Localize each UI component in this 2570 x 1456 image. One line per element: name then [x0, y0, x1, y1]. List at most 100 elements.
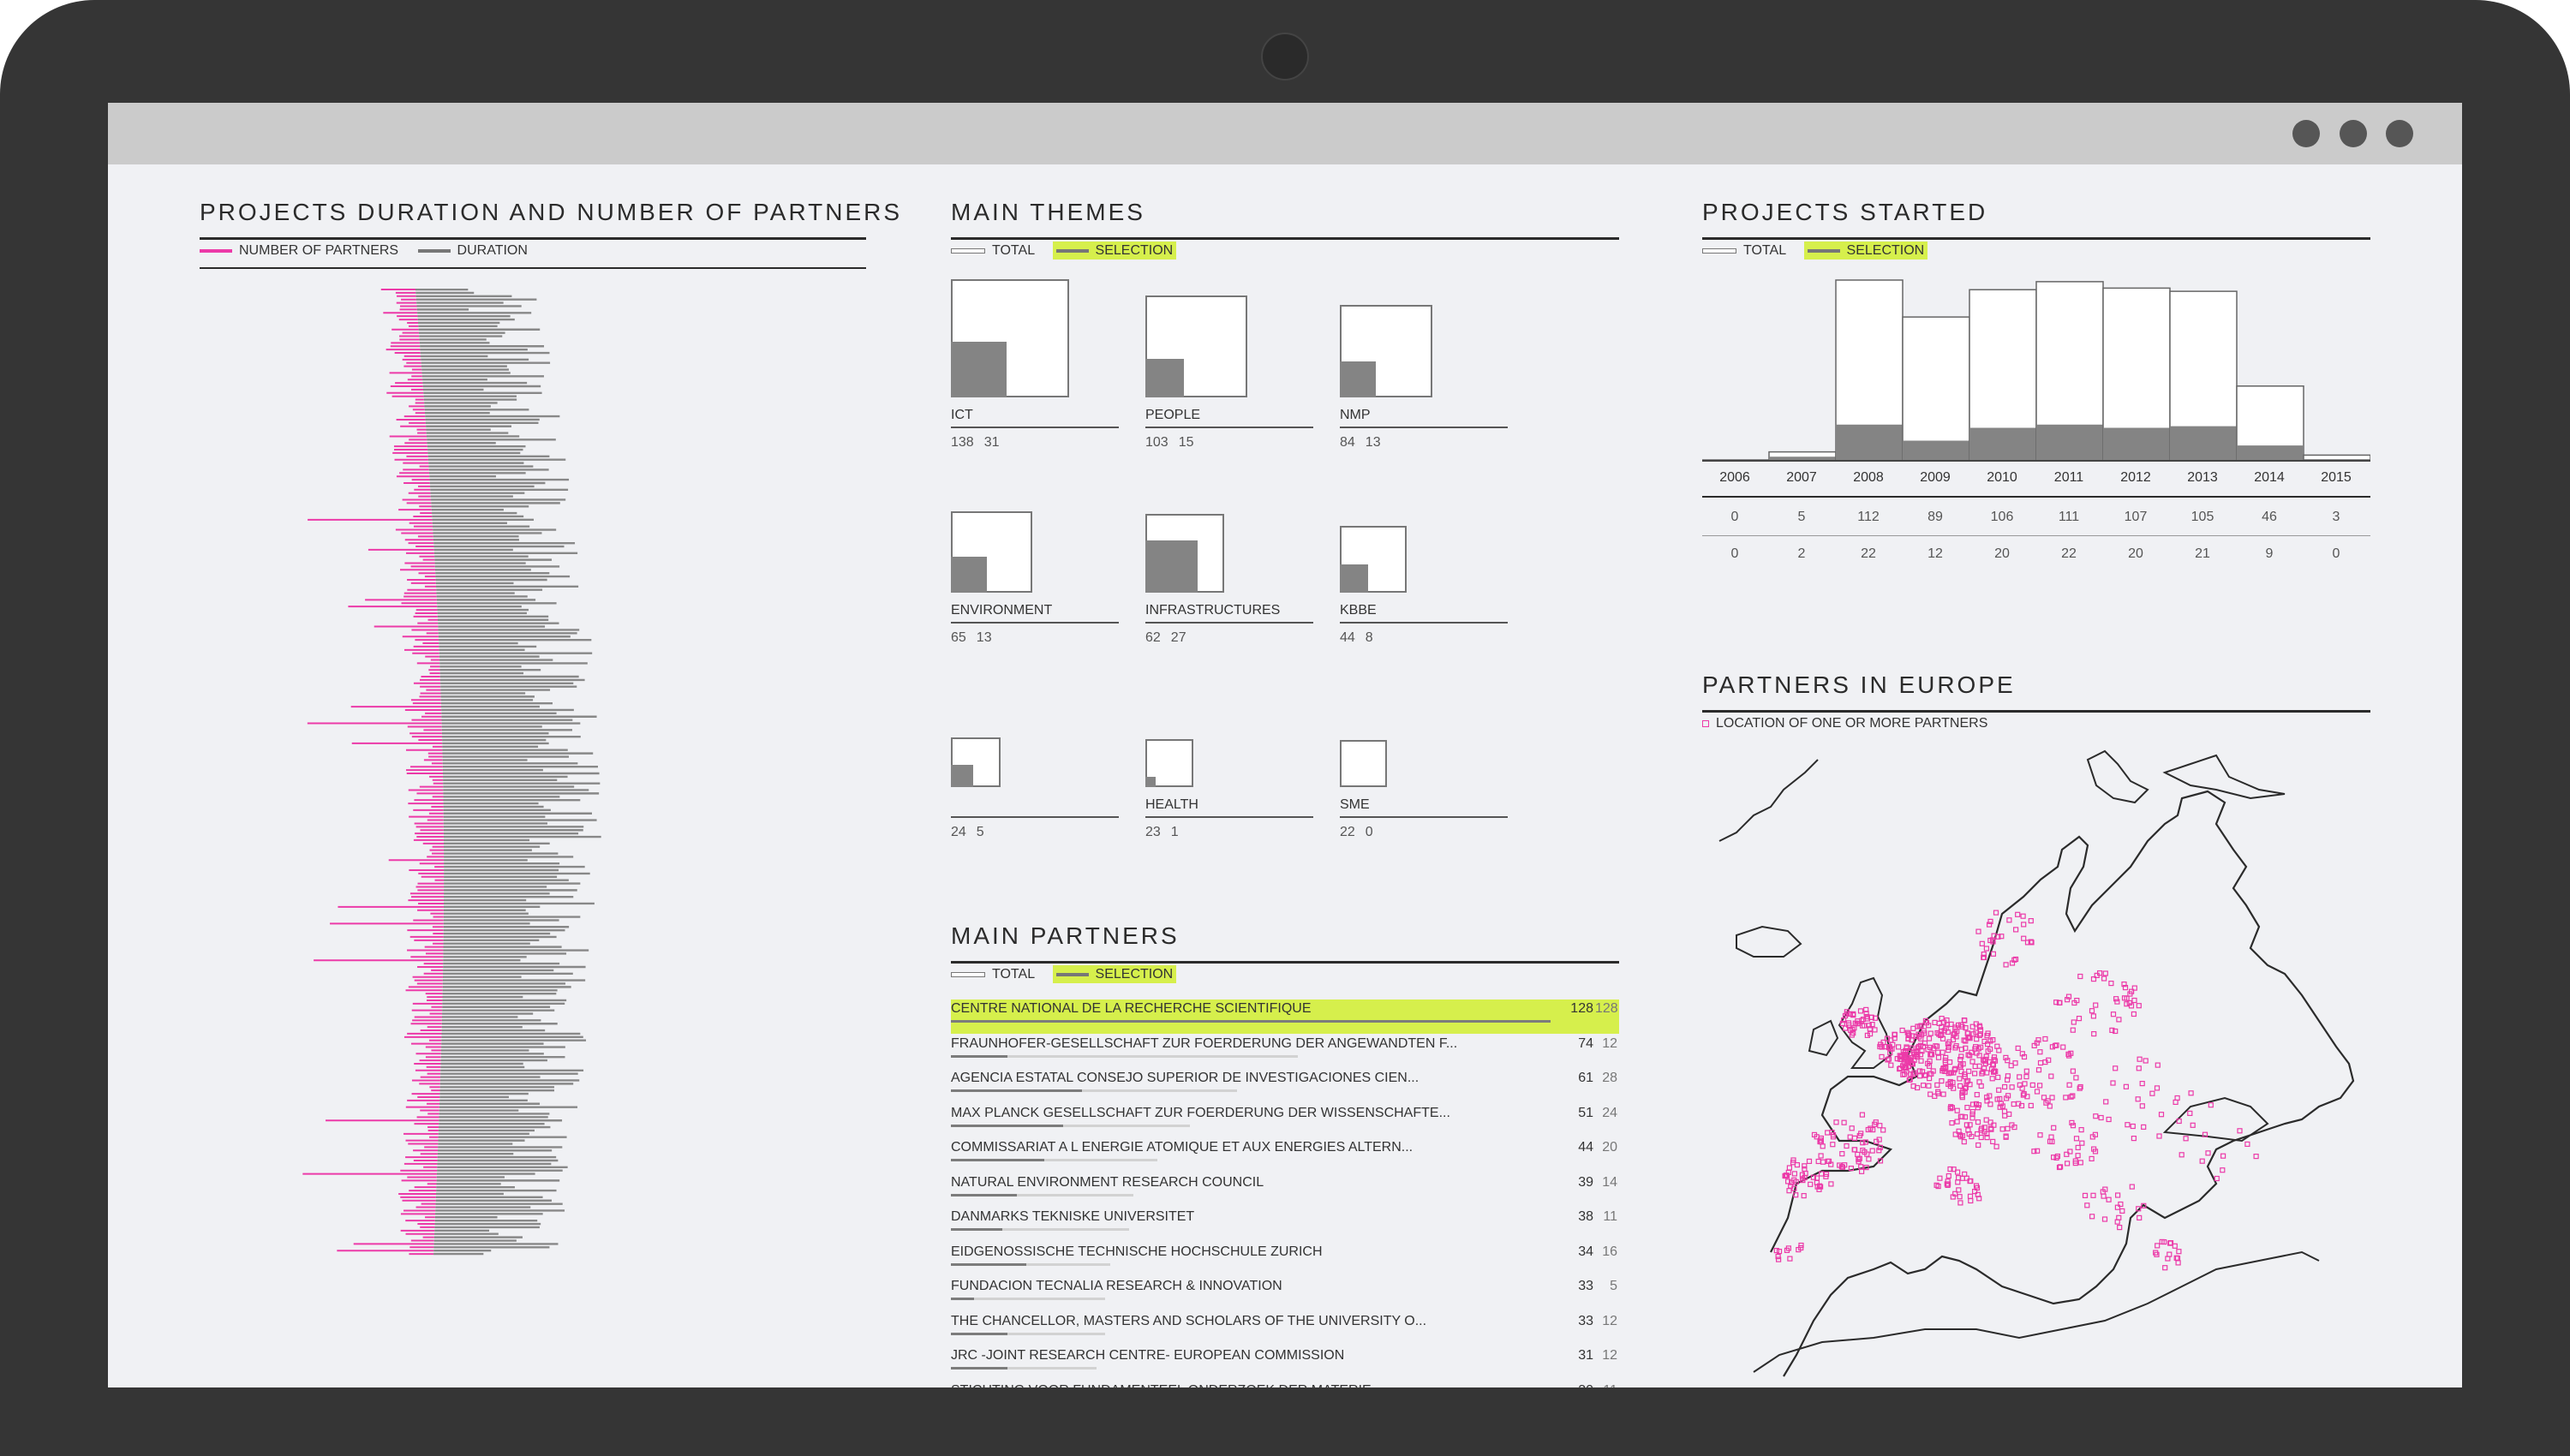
partner-location-marker — [1857, 1008, 1864, 1014]
partner-location-marker — [2143, 1058, 2149, 1064]
partner-selection-value: 12 — [1602, 1348, 1617, 1363]
partner-row[interactable]: FRAUNHOFER-GESELLSCHAFT ZUR FOERDERUNG D… — [951, 1035, 1619, 1069]
partner-location-marker — [2156, 1133, 2162, 1139]
partner-location-marker — [1955, 1179, 1961, 1185]
partner-location-marker — [1937, 1175, 1943, 1181]
partner-row[interactable]: JRC -JOINT RESEARCH CENTRE- EUROPEAN COM… — [951, 1346, 1619, 1381]
partner-location-marker — [1866, 1156, 1872, 1162]
partner-location-marker — [2065, 997, 2071, 1003]
theme-values: 138 31 — [951, 435, 1000, 451]
theme-selection-fill — [951, 556, 988, 593]
year-selection-value: 22 — [1861, 546, 1876, 561]
partner-location-marker — [1808, 1181, 1814, 1187]
theme-total-value: 84 — [1340, 435, 1355, 450]
partner-location-marker — [1935, 1054, 1942, 1060]
north-africa-coast — [1753, 1250, 2320, 1373]
started-total-bar — [2303, 454, 2370, 461]
partner-row[interactable]: DANMARKS TEKNISKE UNIVERSITET 38 11 — [951, 1208, 1619, 1242]
theme-selection-value: 31 — [983, 435, 1000, 450]
partner-location-marker — [2070, 1068, 2076, 1074]
legend-location: LOCATION OF ONE OR MORE PARTNERS — [1716, 716, 1988, 731]
partner-row[interactable]: FUNDACION TECNALIA RESEARCH & INNOVATION… — [951, 1277, 1619, 1311]
partner-location-marker — [2220, 1153, 2226, 1159]
window-dot[interactable] — [2292, 120, 2320, 147]
theme-total-box — [1340, 739, 1388, 787]
partner-row[interactable]: CENTRE NATIONAL DE LA RECHERCHE SCIENTIF… — [951, 1000, 1619, 1034]
theme-selection-fill — [1340, 564, 1369, 593]
partner-name: NATURAL ENVIRONMENT RESEARCH COUNCIL — [951, 1174, 1264, 1190]
partner-location-marker — [1926, 1083, 1932, 1089]
window-titlebar — [108, 103, 2462, 164]
partner-selection-bar — [951, 1124, 1064, 1127]
theme-selection-value: 13 — [1365, 435, 1381, 450]
partner-location-marker — [2139, 1103, 2145, 1109]
year-selection-value: 22 — [2061, 546, 2077, 561]
partner-row[interactable]: THE CHANCELLOR, MASTERS AND SCHOLARS OF … — [951, 1312, 1619, 1346]
partner-row[interactable]: NATURAL ENVIRONMENT RESEARCH COUNCIL 39 14 — [951, 1173, 1619, 1208]
partner-row[interactable]: EIDGENOSSISCHE TECHNISCHE HOCHSCHULE ZUR… — [951, 1243, 1619, 1277]
partner-selection-value: 5 — [1610, 1279, 1617, 1293]
partner-row[interactable]: STICHTING VOOR FUNDAMENTEEL ONDERZOEK DE… — [951, 1381, 1619, 1388]
theme-total-value: 65 — [951, 630, 966, 645]
partner-location-marker — [2037, 1059, 2044, 1066]
legend-selection: SELECTION — [1846, 243, 1925, 258]
theme-total-value: 138 — [951, 435, 974, 450]
partner-location-marker — [1888, 1062, 1894, 1068]
europe-title-rule — [1702, 710, 2370, 713]
partner-location-marker — [1957, 1194, 1963, 1200]
partner-location-marker — [1851, 1135, 1858, 1141]
partner-location-marker — [1967, 1193, 1974, 1199]
partner-total-value: 44 — [1578, 1140, 1593, 1155]
partner-location-marker — [1899, 1027, 1905, 1034]
partner-location-marker — [2106, 1196, 2112, 1202]
partner-location-marker — [1996, 1087, 2002, 1093]
partner-row[interactable]: MAX PLANCK GESELLSCHAFT ZUR FOERDERUNG D… — [951, 1104, 1619, 1138]
year-selection-value: 9 — [2265, 546, 2274, 561]
partner-location-marker — [2108, 981, 2114, 987]
partner-location-marker — [2037, 1049, 2043, 1055]
partner-name: DANMARKS TEKNISKE UNIVERSITET — [951, 1209, 1195, 1224]
partner-location-marker — [2049, 1095, 2055, 1101]
partner-total-value: 38 — [1578, 1209, 1593, 1224]
total-swatch-icon — [951, 248, 985, 254]
partner-location-marker — [2022, 1081, 2028, 1087]
theme-name: SME — [1340, 797, 1370, 812]
partner-location-marker — [1910, 1025, 1916, 1031]
year-label: 2010 — [1987, 470, 2017, 485]
legend-total: TOTAL — [992, 967, 1036, 982]
partner-location-marker — [1989, 1076, 1995, 1082]
partner-location-marker — [1945, 1173, 1951, 1179]
greenland-coast — [1718, 759, 1819, 842]
partner-location-marker — [1979, 940, 1985, 946]
started-total-bar — [1902, 316, 1970, 461]
theme-selection-value: 13 — [976, 630, 992, 645]
partner-location-marker — [2119, 1208, 2125, 1214]
window-dot[interactable] — [2340, 120, 2367, 147]
theme-selection-fill — [1145, 777, 1156, 787]
partner-location-marker — [2084, 1202, 2090, 1208]
theme-name: ICT — [951, 408, 973, 422]
partner-row[interactable]: COMMISSARIAT A L ENERGIE ATOMIQUE ET AUX… — [951, 1138, 1619, 1173]
arctic-islands-outline — [2162, 754, 2286, 800]
themes-title-rule — [951, 237, 1619, 240]
partner-location-marker — [2102, 970, 2108, 976]
partner-row[interactable]: AGENCIA ESTATAL CONSEJO SUPERIOR DE INVE… — [951, 1069, 1619, 1103]
partner-location-marker — [2205, 1150, 2211, 1156]
selection-swatch-icon — [1055, 973, 1089, 976]
partner-location-marker — [2005, 1125, 2011, 1131]
partner-location-marker — [2165, 1256, 2171, 1262]
year-selection-value: 20 — [2128, 546, 2143, 561]
year-total-value: 107 — [2124, 510, 2148, 524]
partner-location-marker — [2015, 1045, 2021, 1051]
partner-location-marker — [1990, 1138, 1996, 1144]
partner-name: AGENCIA ESTATAL CONSEJO SUPERIOR DE INVE… — [951, 1071, 1419, 1085]
year-label: 2008 — [1853, 470, 1884, 485]
partner-location-marker — [1935, 1049, 1941, 1055]
partner-location-marker — [2069, 1119, 2075, 1125]
partner-name: JRC -JOINT RESEARCH CENTRE- EUROPEAN COM… — [951, 1348, 1345, 1363]
partner-total-value: 33 — [1578, 1313, 1593, 1328]
window-dot[interactable] — [2386, 120, 2413, 147]
partner-location-marker — [1954, 1107, 1960, 1113]
partner-location-marker — [1825, 1130, 1831, 1136]
partner-location-marker — [1983, 946, 1989, 952]
